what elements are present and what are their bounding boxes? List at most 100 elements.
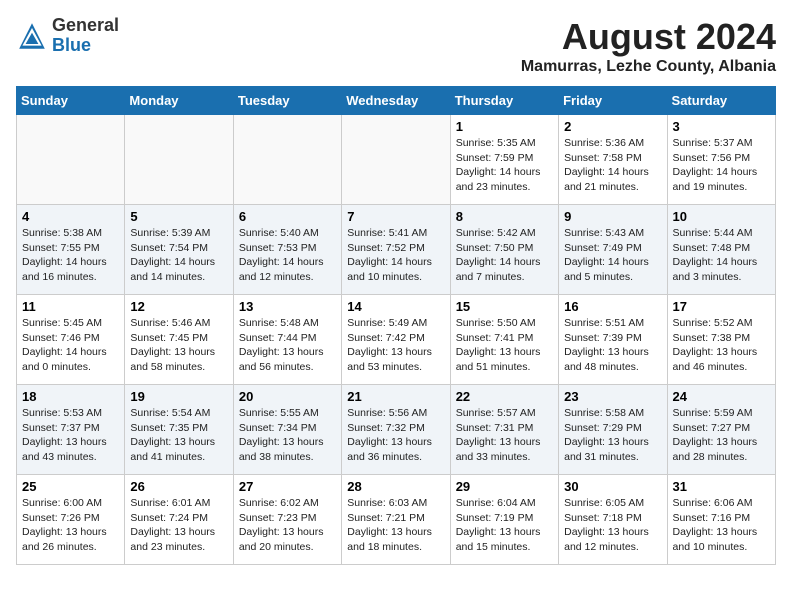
day-detail: Sunrise: 6:06 AM Sunset: 7:16 PM Dayligh…: [673, 496, 770, 555]
day-number: 25: [22, 479, 119, 494]
month-year: August 2024: [521, 16, 776, 58]
calendar-cell: 25Sunrise: 6:00 AM Sunset: 7:26 PM Dayli…: [17, 475, 125, 565]
day-detail: Sunrise: 5:44 AM Sunset: 7:48 PM Dayligh…: [673, 226, 770, 285]
day-number: 3: [673, 119, 770, 134]
calendar-cell: [17, 115, 125, 205]
calendar-cell: 28 Sunrise: 6:03 AM Sunset: 7:21 PM Dayli…: [342, 475, 450, 565]
day-detail: Sunrise: 5:58 AM Sunset: 7:29 PM Dayligh…: [564, 406, 661, 465]
day-number: 26: [130, 479, 227, 494]
day-detail: Sunrise: 6:02 AM Sunset: 7:23 PM Dayligh…: [239, 496, 336, 555]
logo-general: General: [52, 16, 119, 36]
calendar-cell: 9 Sunrise: 5:43 AM Sunset: 7:49 PM Daylig…: [559, 205, 667, 295]
calendar-week-row: 1 Sunrise: 5:35 AM Sunset: 7:59 PM Daylig…: [17, 115, 776, 205]
day-number: 17: [673, 299, 770, 314]
calendar-cell: 23 Sunrise: 5:58 AM Sunset: 7:29 PM Dayli…: [559, 385, 667, 475]
day-detail: Sunrise: 5:42 AM Sunset: 7:50 PM Dayligh…: [456, 226, 553, 285]
logo: General Blue: [16, 16, 119, 56]
day-detail: Sunrise: 5:43 AM Sunset: 7:49 PM Dayligh…: [564, 226, 661, 285]
day-detail: Sunrise: 5:52 AM Sunset: 7:38 PM Dayligh…: [673, 316, 770, 375]
calendar-cell: 5 Sunrise: 5:39 AM Sunset: 7:54 PM Daylig…: [125, 205, 233, 295]
day-number: 14: [347, 299, 444, 314]
day-detail: Sunrise: 5:55 AM Sunset: 7:34 PM Dayligh…: [239, 406, 336, 465]
calendar-cell: 20 Sunrise: 5:55 AM Sunset: 7:34 PM Dayli…: [233, 385, 341, 475]
header-thursday: Thursday: [450, 87, 558, 115]
day-number: 1: [456, 119, 553, 134]
calendar-week-row: 11 Sunrise: 5:45 AM Sunset: 7:46 PM Dayli…: [17, 295, 776, 385]
header-tuesday: Tuesday: [233, 87, 341, 115]
calendar-cell: 27 Sunrise: 6:02 AM Sunset: 7:23 PM Dayli…: [233, 475, 341, 565]
calendar-week-row: 18 Sunrise: 5:53 AM Sunset: 7:37 PM Dayli…: [17, 385, 776, 475]
calendar-cell: 21 Sunrise: 5:56 AM Sunset: 7:32 PM Dayli…: [342, 385, 450, 475]
day-detail: Sunrise: 5:53 AM Sunset: 7:37 PM Dayligh…: [22, 406, 119, 465]
calendar-cell: 13Sunrise: 5:48 AM Sunset: 7:44 PM Dayli…: [233, 295, 341, 385]
day-detail: Sunrise: 5:51 AM Sunset: 7:39 PM Dayligh…: [564, 316, 661, 375]
day-number: 9: [564, 209, 661, 224]
calendar-cell: 17 Sunrise: 5:52 AM Sunset: 7:38 PM Dayli…: [667, 295, 775, 385]
calendar-cell: [233, 115, 341, 205]
day-number: 20: [239, 389, 336, 404]
calendar-week-row: 4 Sunrise: 5:38 AM Sunset: 7:55 PM Daylig…: [17, 205, 776, 295]
day-number: 28: [347, 479, 444, 494]
header-wednesday: Wednesday: [342, 87, 450, 115]
calendar-cell: 7 Sunrise: 5:41 AM Sunset: 7:52 PM Daylig…: [342, 205, 450, 295]
day-detail: Sunrise: 5:35 AM Sunset: 7:59 PM Dayligh…: [456, 136, 553, 195]
header-saturday: Saturday: [667, 87, 775, 115]
day-detail: Sunrise: 5:38 AM Sunset: 7:55 PM Dayligh…: [22, 226, 119, 285]
logo-icon: [16, 20, 48, 52]
calendar-cell: 10 Sunrise: 5:44 AM Sunset: 7:48 PM Dayli…: [667, 205, 775, 295]
day-detail: Sunrise: 5:46 AM Sunset: 7:45 PM Dayligh…: [130, 316, 227, 375]
header-sunday: Sunday: [17, 87, 125, 115]
day-number: 31: [673, 479, 770, 494]
calendar-week-row: 25Sunrise: 6:00 AM Sunset: 7:26 PM Dayli…: [17, 475, 776, 565]
day-number: 5: [130, 209, 227, 224]
day-detail: Sunrise: 5:48 AM Sunset: 7:44 PM Dayligh…: [239, 316, 336, 375]
day-number: 15: [456, 299, 553, 314]
day-detail: Sunrise: 6:05 AM Sunset: 7:18 PM Dayligh…: [564, 496, 661, 555]
day-number: 6: [239, 209, 336, 224]
day-number: 30: [564, 479, 661, 494]
day-detail: Sunrise: 5:50 AM Sunset: 7:41 PM Dayligh…: [456, 316, 553, 375]
day-number: 7: [347, 209, 444, 224]
day-number: 21: [347, 389, 444, 404]
day-number: 8: [456, 209, 553, 224]
calendar-cell: 30 Sunrise: 6:05 AM Sunset: 7:18 PM Dayli…: [559, 475, 667, 565]
day-detail: Sunrise: 5:59 AM Sunset: 7:27 PM Dayligh…: [673, 406, 770, 465]
day-detail: Sunrise: 5:41 AM Sunset: 7:52 PM Dayligh…: [347, 226, 444, 285]
day-detail: Sunrise: 5:39 AM Sunset: 7:54 PM Dayligh…: [130, 226, 227, 285]
calendar-cell: 8 Sunrise: 5:42 AM Sunset: 7:50 PM Daylig…: [450, 205, 558, 295]
day-number: 11: [22, 299, 119, 314]
day-number: 10: [673, 209, 770, 224]
day-detail: Sunrise: 5:56 AM Sunset: 7:32 PM Dayligh…: [347, 406, 444, 465]
header-friday: Friday: [559, 87, 667, 115]
day-number: 18: [22, 389, 119, 404]
day-detail: Sunrise: 5:45 AM Sunset: 7:46 PM Dayligh…: [22, 316, 119, 375]
day-detail: Sunrise: 6:01 AM Sunset: 7:24 PM Dayligh…: [130, 496, 227, 555]
day-number: 2: [564, 119, 661, 134]
day-number: 12: [130, 299, 227, 314]
day-detail: Sunrise: 5:40 AM Sunset: 7:53 PM Dayligh…: [239, 226, 336, 285]
day-detail: Sunrise: 5:37 AM Sunset: 7:56 PM Dayligh…: [673, 136, 770, 195]
day-number: 27: [239, 479, 336, 494]
title-block: August 2024 Mamurras, Lezhe County, Alba…: [521, 16, 776, 76]
calendar-cell: 16Sunrise: 5:51 AM Sunset: 7:39 PM Dayli…: [559, 295, 667, 385]
calendar-cell: 12 Sunrise: 5:46 AM Sunset: 7:45 PM Dayli…: [125, 295, 233, 385]
calendar-cell: 4 Sunrise: 5:38 AM Sunset: 7:55 PM Daylig…: [17, 205, 125, 295]
logo-blue: Blue: [52, 36, 119, 56]
calendar-cell: 1 Sunrise: 5:35 AM Sunset: 7:59 PM Daylig…: [450, 115, 558, 205]
day-number: 24: [673, 389, 770, 404]
day-number: 4: [22, 209, 119, 224]
day-detail: Sunrise: 5:57 AM Sunset: 7:31 PM Dayligh…: [456, 406, 553, 465]
calendar-cell: 26 Sunrise: 6:01 AM Sunset: 7:24 PM Dayli…: [125, 475, 233, 565]
day-detail: Sunrise: 5:36 AM Sunset: 7:58 PM Dayligh…: [564, 136, 661, 195]
location: Mamurras, Lezhe County, Albania: [521, 58, 776, 76]
calendar-table: SundayMondayTuesdayWednesdayThursdayFrid…: [16, 86, 776, 565]
page-header: General Blue August 2024 Mamurras, Lezhe…: [16, 16, 776, 76]
calendar-cell: 19Sunrise: 5:54 AM Sunset: 7:35 PM Dayli…: [125, 385, 233, 475]
calendar-cell: 31 Sunrise: 6:06 AM Sunset: 7:16 PM Dayli…: [667, 475, 775, 565]
day-number: 23: [564, 389, 661, 404]
day-detail: Sunrise: 6:03 AM Sunset: 7:21 PM Dayligh…: [347, 496, 444, 555]
day-number: 19: [130, 389, 227, 404]
day-number: 22: [456, 389, 553, 404]
calendar-header-row: SundayMondayTuesdayWednesdayThursdayFrid…: [17, 87, 776, 115]
day-number: 29: [456, 479, 553, 494]
